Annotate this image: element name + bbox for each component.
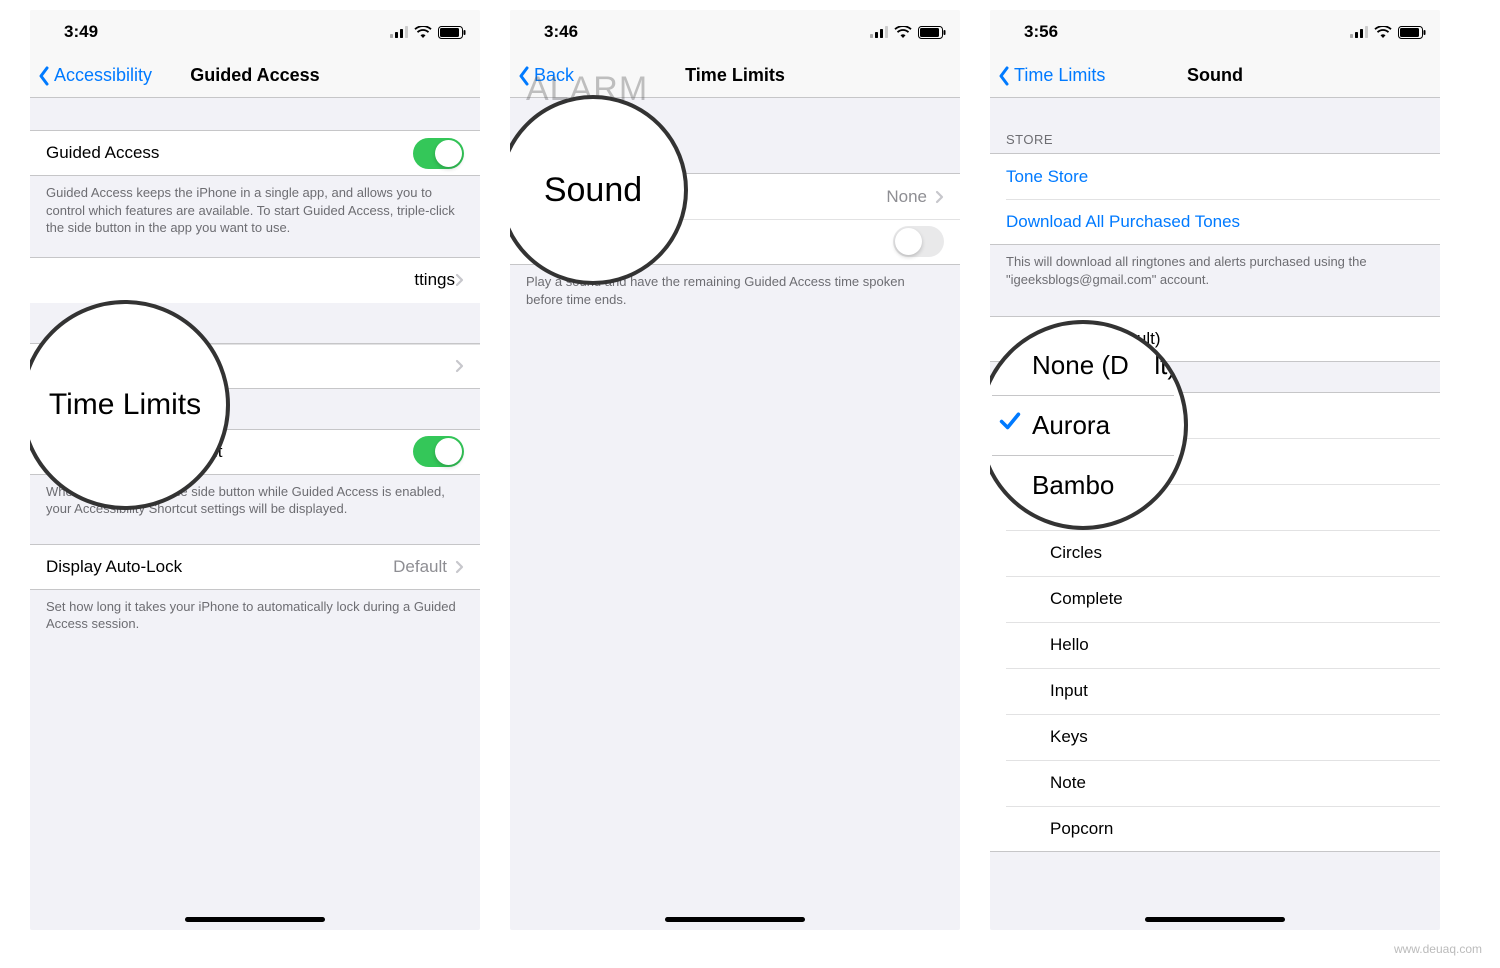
cell-label: Circles xyxy=(1050,543,1424,563)
cell-label: Hello xyxy=(1050,635,1424,655)
wifi-icon xyxy=(414,26,432,39)
screenshot-sound: 3:56 Time Limits Sound STORE Tone Store … xyxy=(990,10,1440,930)
wifi-icon xyxy=(1374,26,1392,39)
footer-text: Guided Access keeps the iPhone in a sing… xyxy=(30,176,480,245)
home-indicator[interactable] xyxy=(1145,917,1285,922)
magnified-row: Bambo xyxy=(992,455,1174,515)
magnified-label: Sound xyxy=(544,171,642,210)
row-tone-circles[interactable]: Circles xyxy=(990,530,1440,576)
watermark: www.deuaq.com xyxy=(1394,942,1482,956)
magnified-label: Time Limits xyxy=(49,388,201,422)
back-label: Time Limits xyxy=(1014,65,1105,86)
cell-label: Display Auto-Lock xyxy=(46,557,393,577)
checkmark-icon xyxy=(998,410,1022,441)
status-bar: 3:56 xyxy=(990,10,1440,54)
cellular-icon xyxy=(390,26,408,38)
footer-text: Set how long it takes your iPhone to aut… xyxy=(30,590,480,641)
row-tone-complete[interactable]: Complete xyxy=(990,576,1440,622)
row-guided-access-toggle[interactable]: Guided Access xyxy=(30,130,480,176)
cell-value: Default xyxy=(393,557,447,577)
back-label: Accessibility xyxy=(54,65,152,86)
row-tone-store[interactable]: Tone Store xyxy=(990,153,1440,199)
cell-label: Tone Store xyxy=(1006,167,1424,187)
toggle-speak[interactable] xyxy=(893,226,944,257)
status-time: 3:49 xyxy=(50,22,98,42)
cellular-icon xyxy=(870,26,888,38)
wifi-icon xyxy=(894,26,912,39)
footer-text: This will download all ringtones and ale… xyxy=(990,245,1440,296)
row-passcode-settings[interactable]: ttings xyxy=(30,257,480,303)
screenshot-time-limits: 3:46 Back Time Limits ALARM Sound None xyxy=(510,10,960,930)
chevron-right-icon xyxy=(935,190,944,204)
home-indicator[interactable] xyxy=(185,917,325,922)
cell-value: None xyxy=(886,187,927,207)
nav-bar: Accessibility Guided Access xyxy=(30,54,480,98)
section-header-store: STORE xyxy=(990,126,1440,153)
battery-icon xyxy=(918,26,946,39)
row-tone-hello[interactable]: Hello xyxy=(990,622,1440,668)
toggle-shortcut[interactable] xyxy=(413,436,464,467)
magnifier-aurora: None (Dlt) Aurora Bambo xyxy=(990,320,1188,530)
cell-label: ttings xyxy=(46,270,455,290)
cell-label: Input xyxy=(1050,681,1424,701)
row-tone-popcorn[interactable]: Popcorn xyxy=(990,806,1440,852)
status-bar: 3:46 xyxy=(510,10,960,54)
magnified-row: None (Dlt) xyxy=(992,336,1174,395)
cell-label: Complete xyxy=(1050,589,1424,609)
battery-icon xyxy=(1398,26,1426,39)
back-button[interactable]: Time Limits xyxy=(990,65,1105,86)
row-display-auto-lock[interactable]: Display Auto-Lock Default xyxy=(30,544,480,590)
cellular-icon xyxy=(1350,26,1368,38)
nav-bar: Time Limits Sound xyxy=(990,54,1440,98)
cell-label: Popcorn xyxy=(1050,819,1424,839)
status-time: 3:46 xyxy=(530,22,578,42)
home-indicator[interactable] xyxy=(665,917,805,922)
toggle-guided-access[interactable] xyxy=(413,138,464,169)
screenshot-guided-access: 3:49 Accessibility Guided Access Guided … xyxy=(30,10,480,930)
cell-label: Guided Access xyxy=(46,143,413,163)
back-button[interactable]: Accessibility xyxy=(30,65,152,86)
magnified-row: Aurora xyxy=(992,395,1174,455)
cell-label: Keys xyxy=(1050,727,1424,747)
cell-label: Note xyxy=(1050,773,1424,793)
row-tone-note[interactable]: Note xyxy=(990,760,1440,806)
battery-icon xyxy=(438,26,466,39)
status-time: 3:56 xyxy=(1010,22,1058,42)
status-bar: 3:49 xyxy=(30,10,480,54)
row-tone-keys[interactable]: Keys xyxy=(990,714,1440,760)
row-download-tones[interactable]: Download All Purchased Tones xyxy=(990,199,1440,245)
row-tone-input[interactable]: Input xyxy=(990,668,1440,714)
cell-label: Download All Purchased Tones xyxy=(1006,212,1424,232)
